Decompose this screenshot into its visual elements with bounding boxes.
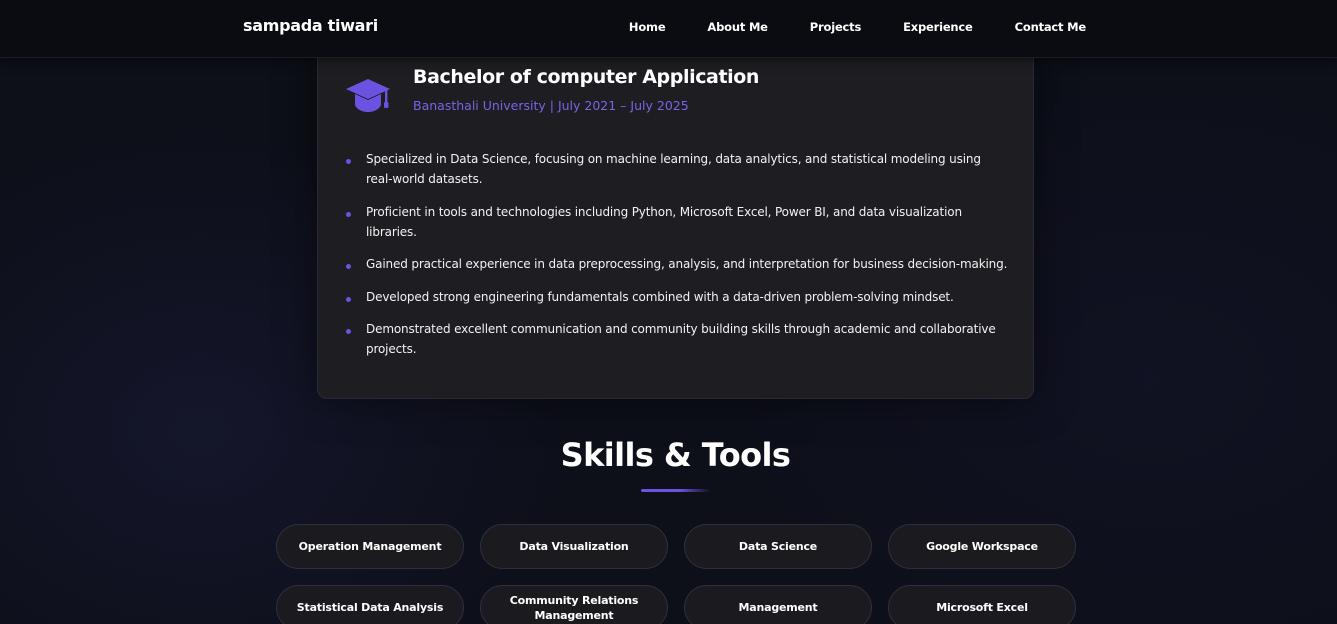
skills-grid: Operation Management Data Visualization …: [276, 524, 1076, 624]
nav-links: Home About Me Projects Experience Contac…: [629, 20, 1086, 34]
skill-pill: Statistical Data Analysis: [276, 585, 464, 624]
nav-projects[interactable]: Projects: [810, 20, 862, 34]
nav-contact-me[interactable]: Contact Me: [1015, 20, 1087, 34]
skill-pill: Operation Management: [276, 524, 464, 569]
bullet-dot-icon: [346, 329, 351, 334]
nav-home[interactable]: Home: [629, 20, 666, 34]
bullet-dot-icon: [346, 211, 351, 217]
nav-experience[interactable]: Experience: [903, 20, 973, 34]
skill-pill: Community Relations Management: [480, 585, 668, 624]
bullet-dot-icon: [346, 159, 351, 164]
school-and-dates: Banasthali University | July 2021 – July…: [413, 98, 689, 113]
nav-about-me[interactable]: About Me: [707, 20, 768, 34]
skills-section-title: Skills & Tools: [560, 436, 791, 474]
list-item: Demonstrated excellent communication and…: [344, 319, 1009, 359]
navbar: sampada tiwari Home About Me Projects Ex…: [0, 0, 1337, 58]
skill-pill: Google Workspace: [888, 524, 1076, 569]
bullet-dot-icon: [346, 264, 351, 269]
degree-title: Bachelor of computer Application: [413, 66, 760, 88]
bullet-dot-icon: [346, 296, 351, 302]
list-item: Gained practical experience in data prep…: [344, 254, 1009, 274]
skill-pill: Data Science: [684, 524, 872, 569]
skill-pill: Microsoft Excel: [888, 585, 1076, 624]
list-item: Proficient in tools and technologies inc…: [344, 202, 1009, 242]
skill-pill: Management: [684, 585, 872, 624]
list-item: Developed strong engineering fundamental…: [344, 287, 1009, 307]
skill-pill: Data Visualization: [480, 524, 668, 569]
title-underline: [641, 489, 711, 492]
graduation-cap-icon: [344, 75, 392, 117]
brand-logo[interactable]: sampada tiwari: [243, 16, 378, 35]
education-card: Bachelor of computer Application Banasth…: [317, 40, 1034, 399]
education-highlights: Specialized in Data Science, focusing on…: [344, 149, 1009, 372]
list-item: Specialized in Data Science, focusing on…: [344, 149, 1009, 189]
